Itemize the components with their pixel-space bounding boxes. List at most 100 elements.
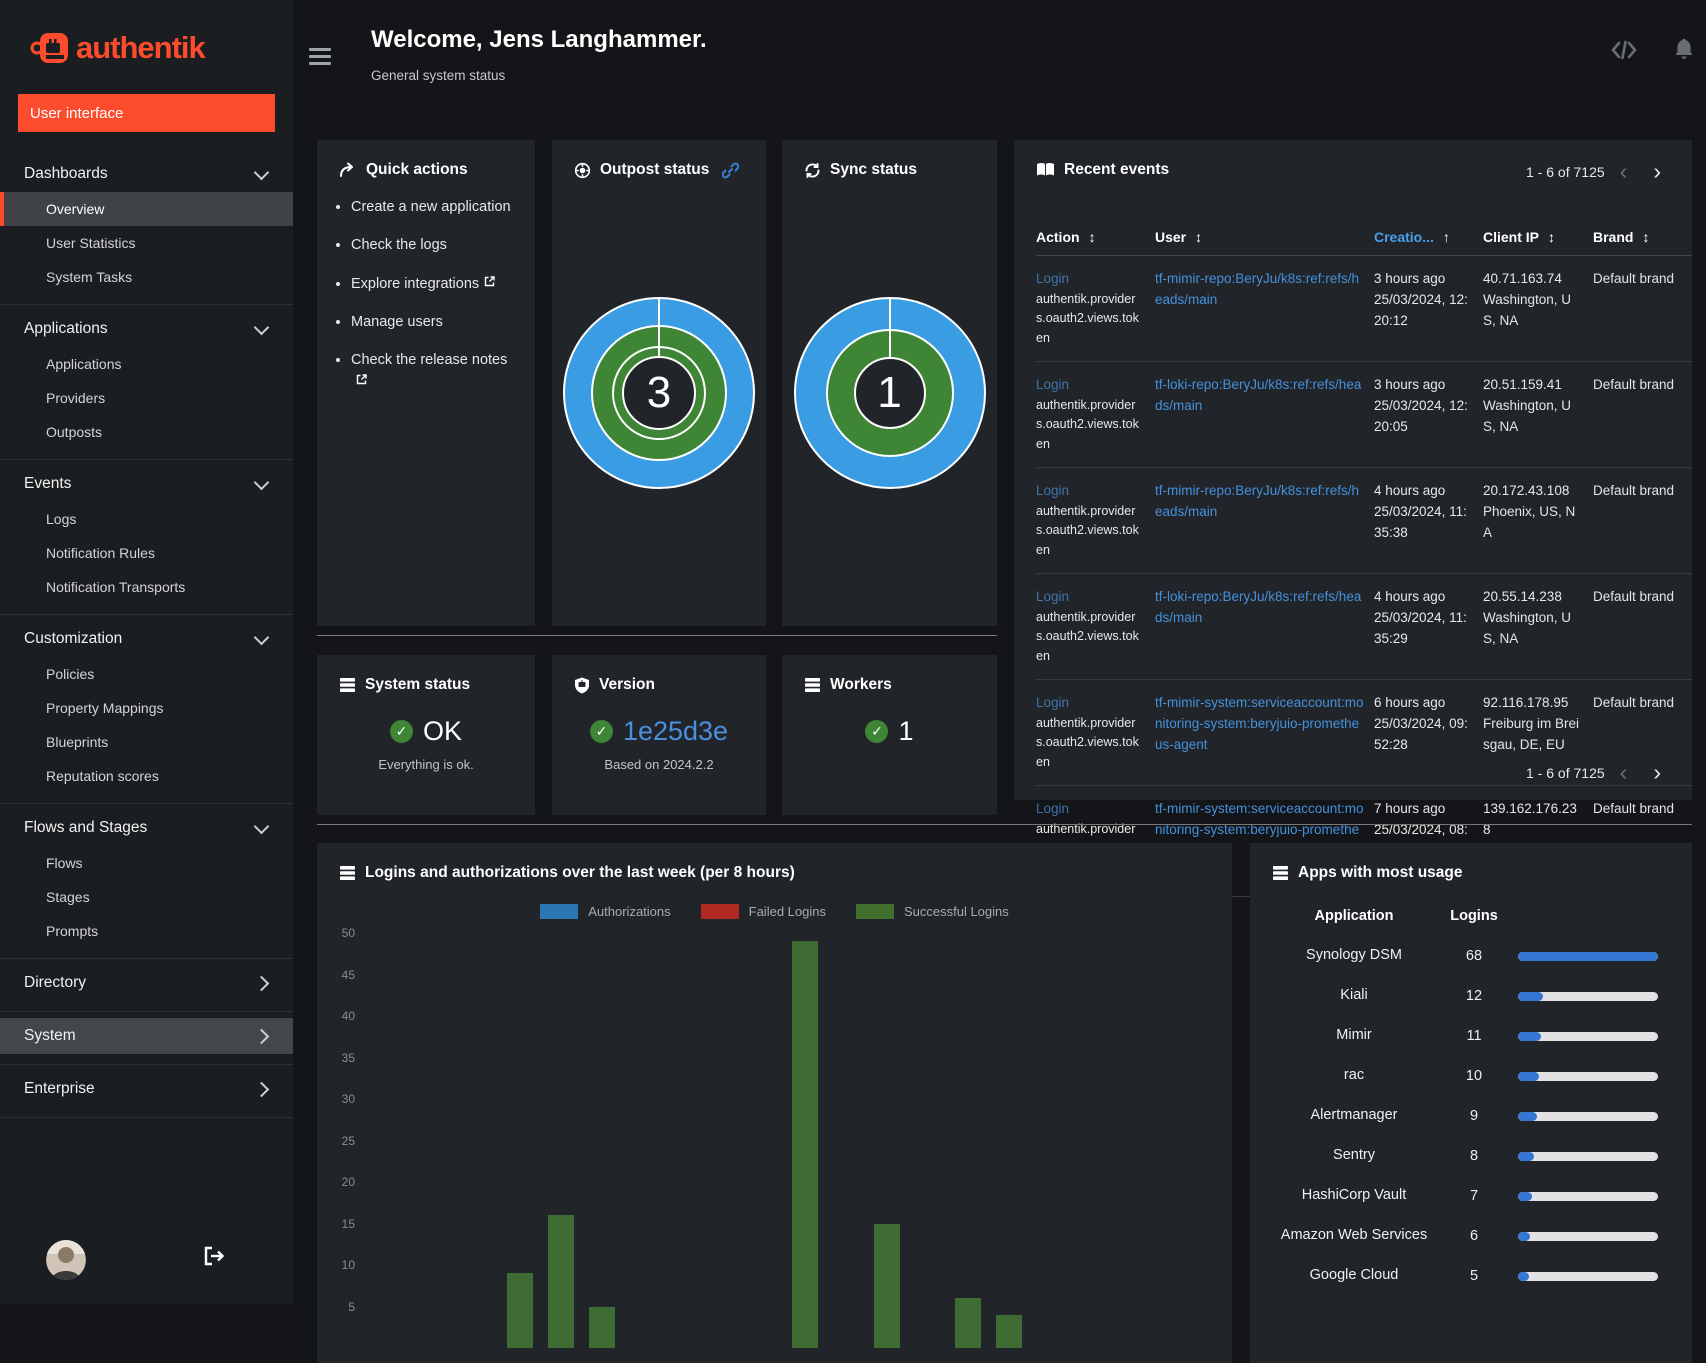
column-header-client-ip[interactable]: Client IP ↕ (1483, 229, 1593, 245)
app-usage-row: Kiali 12 (1264, 976, 1692, 1016)
sidebar-item-outposts[interactable]: Outposts (0, 415, 293, 449)
sidebar-group: Flows and Stages Flows Stages Prompts (0, 803, 293, 958)
column-header-creatio-[interactable]: Creatio... ↑ (1374, 229, 1483, 245)
event-action-link[interactable]: Login (1036, 693, 1145, 714)
sidebar-item-policies[interactable]: Policies (0, 657, 293, 691)
api-code-icon[interactable] (1610, 38, 1638, 67)
column-header-user[interactable]: User ↕ (1155, 229, 1374, 245)
event-timestamp: 25/03/2024, 11:35:29 (1374, 610, 1467, 646)
sidebar-item-overview[interactable]: Overview (0, 192, 293, 226)
event-action-cell: Loginauthentik.providers.oauth2.views.to… (1036, 269, 1155, 348)
pagination-prev-icon[interactable]: ‹ (1609, 761, 1639, 784)
sidebar-item-property-mappings[interactable]: Property Mappings (0, 691, 293, 725)
event-user-link[interactable]: tf-mimir-repo:BeryJu/k8s:ref:refs/heads/… (1155, 271, 1359, 307)
y-axis-tick-label: 45 (341, 967, 355, 982)
quick-action-link[interactable]: Check the logs (351, 235, 517, 256)
hamburger-menu-icon[interactable] (309, 48, 331, 66)
app-usage-progress-fill (1518, 1151, 1535, 1161)
y-axis-tick-label: 35 (341, 1050, 355, 1065)
sync-status-card: Sync status 1 (782, 140, 997, 626)
sidebar-group-enterprise[interactable]: Enterprise (0, 1071, 293, 1107)
event-created-cell: 3 hours ago 25/03/2024, 12:20:12 (1374, 269, 1483, 348)
sidebar-item-applications[interactable]: Applications (0, 347, 293, 381)
share-arrow-icon (339, 162, 357, 178)
event-user-link[interactable]: tf-loki-repo:BeryJu/k8s:ref:refs/heads/m… (1155, 589, 1361, 625)
event-user-cell: tf-loki-repo:BeryJu/k8s:ref:refs/heads/m… (1155, 375, 1374, 454)
sidebar-item-system-tasks[interactable]: System Tasks (0, 260, 293, 294)
sidebar-group-flows-and-stages[interactable]: Flows and Stages (0, 810, 293, 846)
event-row[interactable]: Loginauthentik.providers.oauth2.views.to… (1036, 468, 1692, 575)
sort-icon[interactable]: ↕ (1089, 229, 1096, 245)
sidebar-group-applications[interactable]: Applications (0, 311, 293, 347)
sort-icon[interactable]: ↕ (1642, 229, 1649, 245)
event-user-link[interactable]: tf-mimir-repo:BeryJu/k8s:ref:refs/heads/… (1155, 483, 1359, 519)
authentik-key-icon (30, 33, 68, 63)
column-header-action[interactable]: Action ↕ (1036, 229, 1155, 245)
sidebar-group-customization[interactable]: Customization (0, 621, 293, 657)
event-user-link[interactable]: tf-loki-repo:BeryJu/k8s:ref:refs/heads/m… (1155, 377, 1361, 413)
user-interface-button[interactable]: User interface (18, 94, 275, 132)
quick-action-link[interactable]: Create a new application (351, 197, 517, 218)
event-action-cell: Loginauthentik.providers.oauth2.views.to… (1036, 375, 1155, 454)
pagination-next-icon[interactable]: › (1642, 160, 1672, 183)
event-ip: 92.116.178.95 (1483, 695, 1569, 711)
pagination-prev-icon[interactable]: ‹ (1609, 160, 1639, 183)
sidebar-item-user-statistics[interactable]: User Statistics (0, 226, 293, 260)
bell-icon[interactable] (1673, 38, 1695, 67)
column-header-brand[interactable]: Brand ↕ (1593, 229, 1692, 245)
sidebar-group-events[interactable]: Events (0, 466, 293, 502)
app-name: Alertmanager (1310, 1107, 1398, 1124)
sidebar-item-reputation-scores[interactable]: Reputation scores (0, 759, 293, 793)
sort-ascending-icon[interactable]: ↑ (1443, 229, 1450, 245)
event-action-link[interactable]: Login (1036, 269, 1145, 290)
event-action-link[interactable]: Login (1036, 799, 1145, 820)
event-action-link[interactable]: Login (1036, 375, 1145, 396)
event-user-link[interactable]: tf-mimir-system:serviceaccount:monitorin… (1155, 695, 1364, 752)
sidebar-item-logs[interactable]: Logs (0, 502, 293, 536)
events-table-body: Login authentik.providers.oauth2.views.to… (1036, 256, 1692, 897)
event-action-link[interactable]: Login (1036, 481, 1145, 502)
sort-icon[interactable]: ↕ (1548, 229, 1555, 245)
sidebar-item-prompts[interactable]: Prompts (0, 914, 293, 948)
app-usage-row: Mimir 11 (1264, 1016, 1692, 1056)
event-action-cell: Loginauthentik.providers.oauth2.views.to… (1036, 693, 1155, 772)
outpost-status-title: Outpost status (600, 161, 710, 178)
quick-action-link[interactable]: Explore integrations (351, 273, 517, 295)
sidebar-item-flows[interactable]: Flows (0, 846, 293, 880)
event-action-link[interactable]: Login (1036, 587, 1145, 608)
sidebar-group-dashboards[interactable]: Dashboards (0, 156, 293, 192)
version-value-link[interactable]: 1e25d3e (623, 716, 728, 747)
event-relative-time: 4 hours ago (1374, 589, 1446, 605)
system-status-value: OK (422, 716, 462, 746)
app-usage-row: Sentry 8 (1264, 1136, 1692, 1176)
sync-donut-chart: 1 (793, 297, 986, 489)
shield-icon (574, 677, 590, 694)
event-row[interactable]: Loginauthentik.providers.oauth2.views.to… (1036, 574, 1692, 681)
event-row[interactable]: Loginauthentik.providers.oauth2.views.to… (1036, 256, 1692, 363)
sidebar-group-directory[interactable]: Directory (0, 965, 293, 1001)
apps-col-application: Application (1314, 908, 1394, 924)
app-usage-progress-bar (1518, 951, 1658, 961)
outpost-link-icon[interactable] (722, 162, 740, 179)
sidebar-item-blueprints[interactable]: Blueprints (0, 725, 293, 759)
app-login-count: 68 (1465, 948, 1483, 964)
apps-table-body: Synology DSM 68 Kiali 12 Mimir 11 rac 10 Alertma… (1250, 936, 1692, 1296)
event-action-context: authentik.providers.oauth2.views.token (1036, 397, 1139, 451)
sidebar-item-notification-rules[interactable]: Notification Rules (0, 536, 293, 570)
avatar[interactable] (46, 1240, 86, 1280)
pagination-next-icon[interactable]: › (1642, 761, 1672, 784)
app-login-count: 10 (1465, 1068, 1483, 1084)
event-relative-time: 6 hours ago (1374, 695, 1446, 711)
quick-action-link[interactable]: Manage users (351, 312, 517, 333)
sidebar-item-notification-transports[interactable]: Notification Transports (0, 570, 293, 604)
app-usage-row: rac 10 (1264, 1056, 1692, 1096)
sidebar-group-system[interactable]: System (0, 1018, 293, 1054)
sidebar-group: Dashboards Overview User Statistics System … (0, 150, 293, 304)
event-action-cell: Loginauthentik.providers.oauth2.views.to… (1036, 587, 1155, 666)
sort-icon[interactable]: ↕ (1195, 229, 1202, 245)
sign-out-icon[interactable] (203, 1246, 225, 1271)
sidebar-item-stages[interactable]: Stages (0, 880, 293, 914)
event-row[interactable]: Loginauthentik.providers.oauth2.views.to… (1036, 362, 1692, 469)
quick-action-link[interactable]: Check the release notes (351, 350, 517, 393)
sidebar-item-providers[interactable]: Providers (0, 381, 293, 415)
